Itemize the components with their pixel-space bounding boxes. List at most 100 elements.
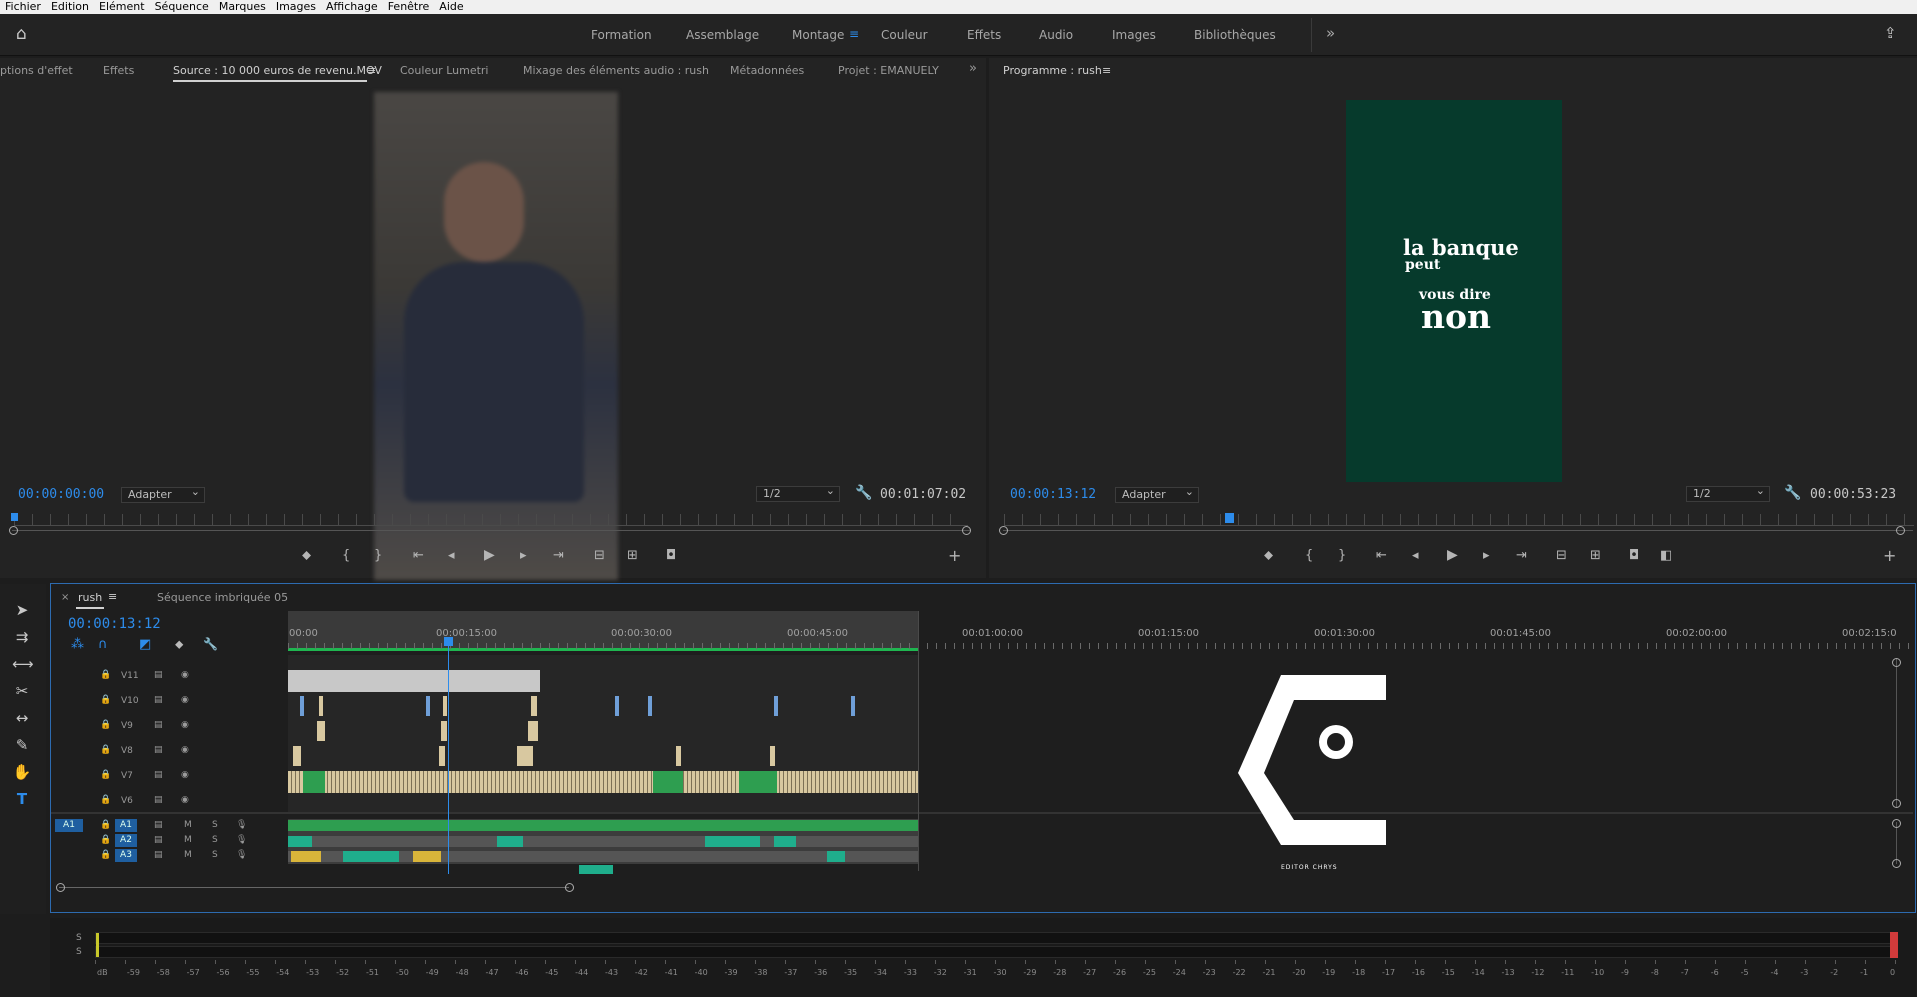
clip-v7-fx[interactable] bbox=[739, 771, 777, 793]
close-tab-icon[interactable]: × bbox=[61, 592, 69, 603]
workspace-images[interactable]: Images bbox=[1112, 28, 1156, 42]
clip-v8[interactable] bbox=[517, 746, 533, 766]
pen-tool-icon[interactable]: ✎ bbox=[12, 736, 32, 754]
play-icon[interactable]: ▶ bbox=[484, 547, 495, 563]
slip-tool-icon[interactable]: ↔ bbox=[12, 709, 32, 727]
lock-icon[interactable]: 🔒 bbox=[100, 695, 111, 705]
clip-a2[interactable] bbox=[774, 836, 796, 847]
tab-effect-options[interactable]: ptions d'effet bbox=[0, 64, 73, 77]
source-zoom-handle-left[interactable] bbox=[9, 526, 18, 535]
program-zoom-handle-right[interactable] bbox=[1896, 526, 1905, 535]
mark-out-icon[interactable]: } bbox=[374, 548, 382, 563]
timeline-menu-icon[interactable]: ≡ bbox=[108, 590, 117, 603]
sync-lock-icon[interactable]: ▤ bbox=[154, 695, 163, 705]
more-workspaces-icon[interactable]: » bbox=[1326, 24, 1335, 42]
clip-v10[interactable] bbox=[851, 696, 855, 716]
clip-v9[interactable] bbox=[528, 721, 538, 741]
clip-v7-strip[interactable] bbox=[288, 771, 918, 793]
insert-icon[interactable]: ⊟ bbox=[594, 548, 605, 563]
tab-metadata[interactable]: Métadonnées bbox=[730, 64, 804, 77]
timeline-settings-icon[interactable]: 🔧 bbox=[203, 637, 218, 651]
clip-v8[interactable] bbox=[439, 746, 445, 766]
meter-solo-right[interactable]: S bbox=[76, 947, 82, 957]
hand-tool-icon[interactable]: ✋ bbox=[12, 763, 32, 781]
menu-fenetre[interactable]: Fenêtre bbox=[383, 0, 435, 14]
source-zoom-handle-right[interactable] bbox=[962, 526, 971, 535]
lock-icon[interactable]: 🔒 bbox=[100, 720, 111, 730]
export-frame-icon[interactable]: ◘ bbox=[666, 548, 676, 563]
clip-v9[interactable] bbox=[441, 721, 447, 741]
program-settings-wrench-icon[interactable]: 🔧 bbox=[1784, 485, 1801, 501]
step-forward-icon[interactable]: ▸ bbox=[520, 548, 527, 563]
program-play-icon[interactable]: ▶ bbox=[1447, 547, 1458, 563]
clip-v10[interactable] bbox=[426, 696, 430, 716]
menu-affichage[interactable]: Affichage bbox=[321, 0, 383, 14]
eye-icon[interactable]: ◉ bbox=[181, 795, 189, 805]
workspace-formation[interactable]: Formation bbox=[591, 28, 652, 42]
clip-v10[interactable] bbox=[648, 696, 652, 716]
home-icon[interactable]: ⌂ bbox=[16, 24, 27, 44]
clip-v8[interactable] bbox=[293, 746, 301, 766]
program-zoom-bar[interactable] bbox=[1003, 530, 1913, 531]
tab-project[interactable]: Projet : EMANUELY bbox=[838, 64, 939, 77]
sync-lock-icon[interactable]: ▤ bbox=[154, 795, 163, 805]
mute-button[interactable]: M bbox=[184, 835, 192, 845]
sync-lock-icon[interactable]: ▤ bbox=[154, 835, 163, 845]
mic-icon[interactable]: 🎙 bbox=[236, 835, 247, 845]
clip-v10[interactable] bbox=[443, 696, 447, 716]
clip-v10[interactable] bbox=[615, 696, 619, 716]
program-zoom-handle-left[interactable] bbox=[999, 526, 1008, 535]
workspace-couleur[interactable]: Couleur bbox=[881, 28, 928, 42]
more-tabs-icon[interactable]: » bbox=[969, 61, 977, 76]
add-marker-timeline-icon[interactable]: ⬥ bbox=[175, 637, 183, 652]
vscroll-handle-bottom[interactable] bbox=[1892, 799, 1901, 808]
program-export-frame-icon[interactable]: ◘ bbox=[1629, 548, 1639, 563]
clip-a4[interactable] bbox=[579, 865, 613, 874]
track-name[interactable]: A1 bbox=[115, 819, 137, 832]
clip-v11[interactable] bbox=[288, 670, 540, 692]
clip-a3[interactable] bbox=[413, 851, 441, 862]
program-step-back-icon[interactable]: ◂ bbox=[1412, 548, 1419, 563]
lock-icon[interactable]: 🔒 bbox=[100, 795, 111, 805]
source-zoom-bar[interactable] bbox=[12, 530, 970, 531]
go-to-out-icon[interactable]: ⇥ bbox=[553, 548, 564, 563]
type-tool-icon[interactable]: T bbox=[12, 790, 32, 808]
solo-button[interactable]: S bbox=[212, 835, 218, 845]
track-divider[interactable] bbox=[51, 812, 1913, 814]
source-settings-wrench-icon[interactable]: 🔧 bbox=[855, 485, 872, 501]
mic-icon[interactable]: 🎙 bbox=[236, 820, 247, 830]
eye-icon[interactable]: ◉ bbox=[181, 745, 189, 755]
eye-icon[interactable]: ◉ bbox=[181, 720, 189, 730]
program-menu-icon[interactable]: ≡ bbox=[1102, 64, 1111, 77]
add-marker-icon[interactable]: ⬥ bbox=[302, 548, 311, 563]
mute-button[interactable]: M bbox=[184, 820, 192, 830]
program-add-marker-icon[interactable]: ⬥ bbox=[1264, 548, 1273, 563]
clip-a3[interactable] bbox=[291, 851, 321, 862]
nest-toggle-icon[interactable]: ⁂ bbox=[71, 637, 84, 652]
menu-element[interactable]: Elément bbox=[94, 0, 150, 14]
sync-lock-icon[interactable]: ▤ bbox=[154, 745, 163, 755]
sync-lock-icon[interactable]: ▤ bbox=[154, 850, 163, 860]
hscroll-handle-left[interactable] bbox=[56, 883, 65, 892]
mark-in-icon[interactable]: { bbox=[342, 548, 350, 563]
program-playhead[interactable] bbox=[1225, 513, 1234, 523]
program-mark-in-icon[interactable]: { bbox=[1305, 548, 1313, 563]
sync-lock-icon[interactable]: ▤ bbox=[154, 720, 163, 730]
menu-images[interactable]: Images bbox=[271, 0, 321, 14]
menu-edition[interactable]: Edition bbox=[46, 0, 94, 14]
vscroll-handle-top[interactable] bbox=[1892, 658, 1901, 667]
menu-sequence[interactable]: Séquence bbox=[150, 0, 214, 14]
clip-v10[interactable] bbox=[319, 696, 323, 716]
workspace-effets[interactable]: Effets bbox=[967, 28, 1001, 42]
overwrite-icon[interactable]: ⊞ bbox=[627, 548, 638, 563]
linked-selection-icon[interactable]: ◩ bbox=[139, 637, 151, 652]
timeline-horizontal-scroll[interactable] bbox=[59, 887, 569, 888]
workspace-menu-icon[interactable]: ≡ bbox=[849, 27, 859, 41]
audio-vertical-scroll[interactable] bbox=[1896, 822, 1897, 864]
menu-fichier[interactable]: Fichier bbox=[0, 0, 46, 14]
snap-icon[interactable]: ∩ bbox=[98, 637, 108, 652]
solo-button[interactable]: S bbox=[212, 850, 218, 860]
program-mark-out-icon[interactable]: } bbox=[1338, 548, 1346, 563]
program-go-to-out-icon[interactable]: ⇥ bbox=[1516, 548, 1527, 563]
lock-icon[interactable]: 🔒 bbox=[100, 835, 111, 845]
